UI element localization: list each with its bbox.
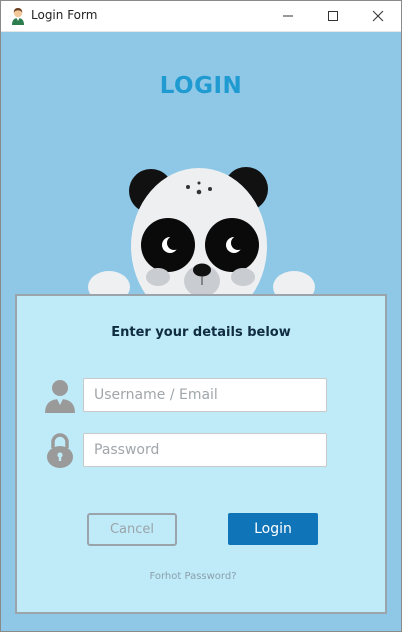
login-card: Enter your details below Cancel Login Fo… — [15, 294, 387, 614]
user-icon — [45, 380, 75, 413]
close-icon — [372, 10, 384, 22]
lock-icon — [47, 433, 73, 468]
form-instruction: Enter your details below — [111, 325, 291, 340]
panda-nose — [193, 263, 211, 277]
close-button[interactable] — [355, 1, 401, 31]
login-window: Login Form LOGIN Enter your details belo… — [0, 0, 402, 632]
cancel-button[interactable]: Cancel — [87, 513, 177, 546]
login-button[interactable]: Login — [228, 513, 318, 545]
maximize-icon — [328, 11, 338, 21]
minimize-button[interactable] — [265, 1, 311, 31]
maximize-button[interactable] — [310, 1, 356, 31]
username-input[interactable] — [83, 378, 327, 412]
minimize-icon — [283, 15, 293, 17]
password-input[interactable] — [83, 433, 327, 467]
title-bar[interactable]: Login Form — [1, 1, 401, 32]
panda-mascot — [88, 167, 315, 303]
user-avatar-icon — [12, 8, 24, 25]
window-title: Login Form — [31, 8, 98, 22]
page-title: LOGIN — [159, 73, 243, 99]
forgot-password-link[interactable]: Forhot Password? — [17, 571, 369, 582]
